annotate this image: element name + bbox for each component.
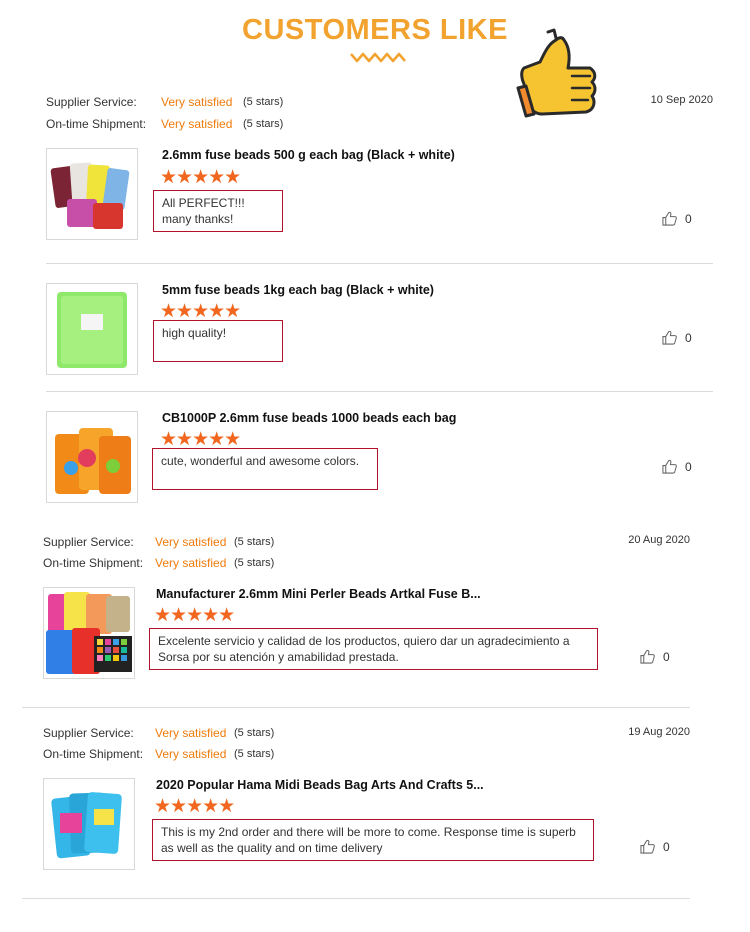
review-text: high quality! <box>153 320 283 362</box>
product-title[interactable]: 5mm fuse beads 1kg each bag (Black + whi… <box>162 283 434 297</box>
supplier-service-label: Supplier Service: <box>46 95 137 109</box>
supplier-service-label: Supplier Service: <box>43 726 134 740</box>
ontime-shipment-stars: (5 stars) <box>243 118 284 130</box>
like-button[interactable]: 0 <box>662 459 692 474</box>
like-count: 0 <box>663 839 670 854</box>
review-text: Excelente servicio y calidad de los prod… <box>149 628 598 670</box>
thumbs-up-icon <box>640 839 655 854</box>
ontime-shipment-label: On-time Shipment: <box>46 117 147 131</box>
supplier-service-stars: (5 stars) <box>234 536 275 548</box>
like-count: 0 <box>685 459 692 474</box>
ontime-shipment-stars: (5 stars) <box>234 557 275 569</box>
order-date: 20 Aug 2020 <box>628 534 690 546</box>
rating-stars: ★★★★★ <box>154 605 235 626</box>
product-title[interactable]: Manufacturer 2.6mm Mini Perler Beads Art… <box>156 587 481 601</box>
product-image[interactable] <box>46 148 138 240</box>
thumbs-up-icon <box>640 649 655 664</box>
ontime-shipment-value: Very satisfied <box>161 117 233 131</box>
thumbs-up-icon <box>662 459 677 474</box>
bead-packs-image <box>47 412 137 502</box>
like-count: 0 <box>685 211 692 226</box>
supplier-service-value: Very satisfied <box>155 535 227 549</box>
thumbs-up-cartoon-icon <box>516 28 597 118</box>
rating-stars: ★★★★★ <box>160 429 241 450</box>
ontime-shipment-stars: (5 stars) <box>234 748 275 760</box>
review-text: This is my 2nd order and there will be m… <box>152 819 594 861</box>
order-date: 10 Sep 2020 <box>650 94 713 106</box>
like-count: 0 <box>663 649 670 664</box>
divider <box>22 898 690 899</box>
colorful-beads-image <box>44 588 134 678</box>
page-title: CUSTOMERS LIKE <box>242 14 508 46</box>
divider <box>46 263 713 264</box>
supplier-service-stars: (5 stars) <box>243 96 284 108</box>
bead-bags-image <box>47 149 137 239</box>
order-date: 19 Aug 2020 <box>628 726 690 738</box>
supplier-service-label: Supplier Service: <box>43 535 134 549</box>
rating-stars: ★★★★★ <box>160 301 241 322</box>
ontime-shipment-value: Very satisfied <box>155 747 227 761</box>
thumbs-up-icon <box>662 330 677 345</box>
like-button[interactable]: 0 <box>640 839 670 854</box>
supplier-service-value: Very satisfied <box>161 95 233 109</box>
like-button[interactable]: 0 <box>662 211 692 226</box>
rating-stars: ★★★★★ <box>160 167 241 188</box>
product-image[interactable] <box>46 411 138 503</box>
ontime-shipment-label: On-time Shipment: <box>43 556 144 570</box>
bead-bags-blue-image <box>44 779 134 869</box>
product-title[interactable]: 2.6mm fuse beads 500 g each bag (Black +… <box>162 148 455 162</box>
rating-stars: ★★★★★ <box>154 796 235 817</box>
supplier-service-value: Very satisfied <box>155 726 227 740</box>
divider <box>22 707 690 708</box>
thumbs-up-icon <box>662 211 677 226</box>
like-button[interactable]: 0 <box>640 649 670 664</box>
supplier-service-stars: (5 stars) <box>234 727 275 739</box>
like-button[interactable]: 0 <box>662 330 692 345</box>
ontime-shipment-label: On-time Shipment: <box>43 747 144 761</box>
product-image[interactable] <box>43 778 135 870</box>
review-text: All PERFECT!!! many thanks! <box>153 190 283 232</box>
like-count: 0 <box>685 330 692 345</box>
product-title[interactable]: 2020 Popular Hama Midi Beads Bag Arts An… <box>156 778 484 792</box>
product-image[interactable] <box>46 283 138 375</box>
ontime-shipment-value: Very satisfied <box>155 556 227 570</box>
review-text: cute, wonderful and awesome colors. <box>152 448 378 490</box>
bead-bag-green-image <box>47 284 137 374</box>
product-title[interactable]: CB1000P 2.6mm fuse beads 1000 beads each… <box>162 411 456 425</box>
squiggle-decoration <box>350 52 406 63</box>
divider <box>46 391 713 392</box>
product-image[interactable] <box>43 587 135 679</box>
